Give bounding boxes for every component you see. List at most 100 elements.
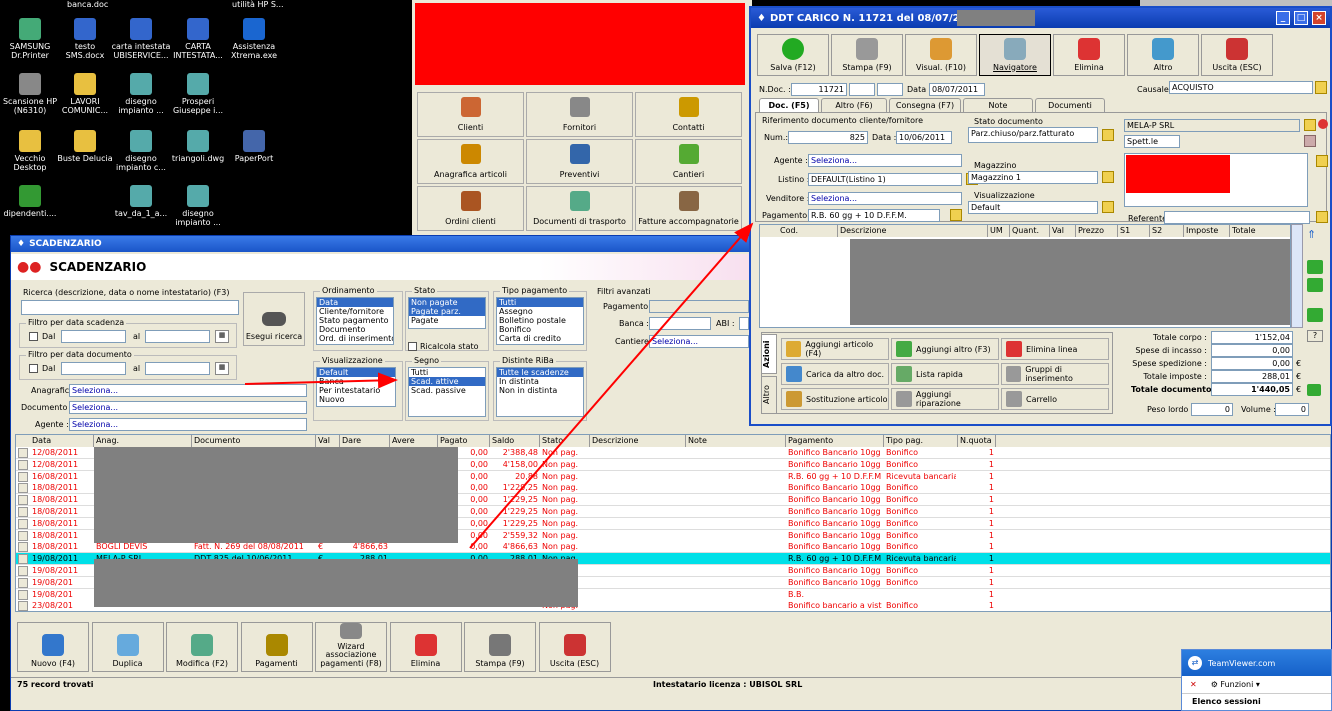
num-input[interactable]: 825 xyxy=(788,131,868,144)
ddt-action-button[interactable]: Sostituzione articolo xyxy=(781,388,889,410)
launcher-button[interactable]: Cantieri xyxy=(635,139,742,184)
ddt-toolbar-button[interactable]: Visual. (F10) xyxy=(905,34,977,76)
article-column-header[interactable]: Descrizione xyxy=(838,225,988,237)
desktop-icon[interactable]: Assistenza Xtrema.exe xyxy=(224,18,284,60)
doc-from-input[interactable] xyxy=(61,362,126,375)
list-item[interactable]: Cliente/fornitore xyxy=(317,307,393,316)
list-item[interactable]: Pagate parz. xyxy=(409,307,485,316)
list-item[interactable]: Scad. attive xyxy=(409,377,485,386)
column-header[interactable]: Stato xyxy=(540,435,590,447)
column-header[interactable]: Descrizione xyxy=(590,435,686,447)
table-row[interactable]: 18/08/2011 BOGLI DEVIS Fatt. N. 269 del 08… xyxy=(16,541,1330,554)
list-item[interactable]: Documento xyxy=(317,325,393,334)
ddt-toolbar-button[interactable]: Uscita (ESC) xyxy=(1201,34,1273,76)
due-checkbox[interactable] xyxy=(29,332,38,341)
column-header[interactable]: Anag. xyxy=(94,435,192,447)
close-button[interactable]: × xyxy=(1312,11,1326,25)
article-column-header[interactable]: Imposte xyxy=(1184,225,1230,237)
distinte-list[interactable]: Tutte le scadenze In distinta Non in disti… xyxy=(496,367,584,417)
clear-icon[interactable] xyxy=(1318,119,1328,129)
move-down-icon[interactable] xyxy=(1307,308,1323,322)
side-tab-altro[interactable]: Altro xyxy=(761,376,777,414)
folder-icon[interactable] xyxy=(1102,201,1114,213)
article-column-header[interactable]: Prezzo xyxy=(1076,225,1118,237)
documento-select[interactable]: Seleziona... xyxy=(69,401,307,414)
desktop-icon[interactable]: disegno impianto ... xyxy=(111,73,171,115)
toolbar-button[interactable]: Duplica xyxy=(91,622,164,672)
ddt-venditore-select[interactable]: Seleziona... xyxy=(808,192,962,205)
doc-to-input[interactable] xyxy=(145,362,210,375)
list-item[interactable]: Data xyxy=(317,298,393,307)
desktop-icon[interactable]: Prosperi Giuseppe i... xyxy=(168,73,228,115)
article-column-header[interactable]: Totale xyxy=(1230,225,1290,237)
launcher-button[interactable]: Contatti xyxy=(635,92,742,137)
ndoc-suffix-input[interactable] xyxy=(849,83,875,96)
ddt-data-input[interactable]: 08/07/2011 xyxy=(929,83,985,96)
ddt-tab[interactable]: Note xyxy=(963,98,1033,112)
desktop-icon[interactable]: Scansione HP (N6310) xyxy=(0,73,60,115)
folder-icon[interactable] xyxy=(1102,171,1114,183)
ddt-toolbar-button[interactable]: Altro xyxy=(1127,34,1199,76)
desktop-icon[interactable]: disegno impianto c... xyxy=(111,130,171,172)
list-item[interactable]: Scad. passive xyxy=(409,386,485,395)
launcher-button[interactable]: Clienti xyxy=(417,92,524,137)
launcher-button[interactable]: Ordini clienti xyxy=(417,186,524,231)
list-item[interactable]: Pagate xyxy=(409,316,485,325)
ordinamento-list[interactable]: Data Cliente/fornitore Stato pagamento Docu… xyxy=(316,297,394,345)
column-header[interactable]: Pagamento xyxy=(786,435,884,447)
ricalcola-checkbox[interactable] xyxy=(408,342,417,351)
calendar-icon[interactable]: ▦ xyxy=(215,330,229,343)
stato-list[interactable]: Non pagate Pagate parz. Pagate xyxy=(408,297,486,329)
column-header[interactable]: Note xyxy=(686,435,786,447)
column-header[interactable]: Dare xyxy=(340,435,390,447)
ddt-action-button[interactable]: Gruppi di inserimento xyxy=(1001,363,1109,385)
desktop-icon[interactable]: CARTA INTESTATA... xyxy=(168,18,228,60)
article-column-header[interactable]: Val xyxy=(1050,225,1076,237)
calc-icon[interactable] xyxy=(1307,384,1321,396)
filtro-abi-input[interactable] xyxy=(739,317,749,330)
launcher-button[interactable]: Fornitori xyxy=(526,92,633,137)
toolbar-button[interactable]: Elimina xyxy=(389,622,462,672)
column-header[interactable]: Data xyxy=(30,435,94,447)
list-item[interactable]: Banca xyxy=(317,377,395,386)
toolbar-button[interactable]: Nuovo (F4) xyxy=(17,622,89,672)
column-header[interactable]: Avere xyxy=(390,435,438,447)
list-item[interactable]: In distinta xyxy=(497,377,583,386)
desktop-icon[interactable]: carta intestata UBISERVICE... xyxy=(111,18,171,60)
desktop-icon[interactable]: SAMSUNG Dr.Printer xyxy=(0,18,60,60)
ddt-action-button[interactable]: Aggiungi articolo (F4) xyxy=(781,338,889,360)
calendar-icon[interactable]: ▦ xyxy=(215,362,229,375)
column-header[interactable]: Documento xyxy=(192,435,316,447)
desktop-icon[interactable]: dipendenti.... xyxy=(0,185,60,218)
list-item[interactable]: Non in distinta xyxy=(497,386,583,395)
launcher-button[interactable]: Documenti di trasporto xyxy=(526,186,633,231)
referente-input[interactable] xyxy=(1164,211,1310,224)
ddt-tab[interactable]: Altro (F6) xyxy=(821,98,887,112)
desktop-icon[interactable]: Vecchio Desktop xyxy=(0,130,60,172)
column-header[interactable]: Tipo pag. xyxy=(884,435,958,447)
list-item[interactable]: Tutti xyxy=(497,298,583,307)
ddt-action-button[interactable]: Carica da altro doc. xyxy=(781,363,889,385)
article-scrollbar[interactable] xyxy=(1291,224,1303,328)
segno-list[interactable]: Tutti Scad. attive Scad. passive xyxy=(408,367,486,417)
ddt-tab[interactable]: Consegna (F7) xyxy=(889,98,961,112)
list-item[interactable]: Tutti xyxy=(409,368,485,377)
toolbar-button[interactable]: Pagamenti xyxy=(240,622,313,672)
ddt-tab[interactable]: Doc. (F5) xyxy=(759,98,819,112)
folder-icon[interactable] xyxy=(1316,211,1328,223)
ddt-visual-select[interactable]: Default xyxy=(968,201,1098,214)
folder-icon[interactable] xyxy=(1315,81,1327,94)
desktop-icon[interactable]: Buste Delucia xyxy=(55,130,115,163)
article-column-header[interactable]: S2 xyxy=(1150,225,1184,237)
list-item[interactable]: Nuovo xyxy=(317,395,395,404)
desktop-icon[interactable]: disegno impianto ... xyxy=(168,185,228,227)
filtro-pagamento-input[interactable] xyxy=(649,300,749,313)
article-column-header[interactable]: S1 xyxy=(1118,225,1150,237)
ddt-tab[interactable]: Documenti xyxy=(1035,98,1105,112)
launcher-button[interactable]: Preventivi xyxy=(526,139,633,184)
ddt-toolbar-button[interactable]: Elimina xyxy=(1053,34,1125,76)
list-item[interactable]: Non pagate xyxy=(409,298,485,307)
maximize-button[interactable]: □ xyxy=(1294,11,1308,25)
toolbar-button[interactable]: Modifica (F2) xyxy=(166,622,238,672)
ddt-action-button[interactable]: Elimina linea xyxy=(1001,338,1109,360)
